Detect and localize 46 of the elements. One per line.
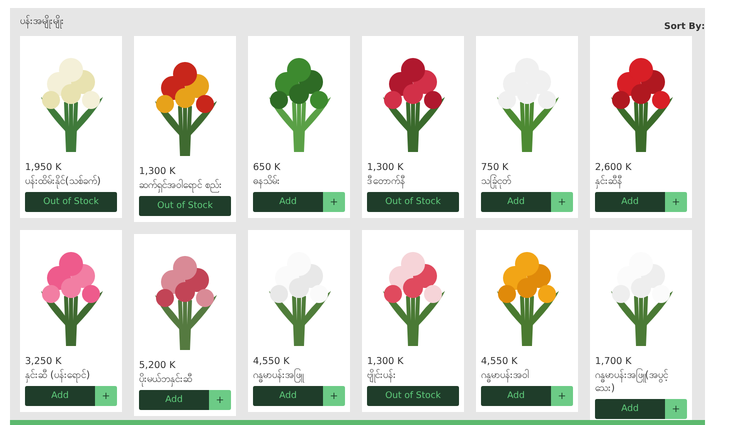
add-button[interactable]: Add [253,386,323,406]
product-name: ဓနသိမ်း [253,175,281,188]
product-name: ဂန္ဓမာပန်းအဝါ [481,369,530,382]
plus-button[interactable]: + [551,386,573,406]
product-name: နှင်းဆီနီ [595,175,623,188]
product-name: ဗျိုင်းပန်း [367,369,397,382]
add-button[interactable]: Add [595,399,665,419]
product-name: သခြုံငုတ် [481,175,512,188]
product-name: ပိုးမယ်ဘနှင်းဆီ [139,373,193,386]
product-price: 650 K [253,162,282,173]
product-price: 1,700 K [595,356,632,367]
plus-button[interactable]: + [551,192,573,212]
product-price: 4,550 K [481,356,518,367]
product-name: ဂန္ဓမာပန်းအဖြူ [253,369,305,382]
product-name: နှင်းဆီ (ပန်းရောင်) [25,369,91,382]
add-button[interactable]: Add [253,192,323,212]
product-price: 2,600 K [595,162,632,173]
add-button[interactable]: Add [481,192,551,212]
product-price: 3,250 K [25,356,62,367]
plus-button[interactable]: + [95,386,117,406]
section-title: ပန်းအမျိုးမျိုး [20,14,64,29]
out-of-stock-button[interactable]: Out of Stock [367,386,459,406]
out-of-stock-button[interactable]: Out of Stock [367,192,459,212]
product-name: ပန်းထိမ်းနိုင်(သစ်ခက်) [25,175,102,188]
product-price: 5,200 K [139,360,176,371]
plus-button[interactable]: + [665,399,687,419]
add-button[interactable]: Add [481,386,551,406]
product-price: 1,300 K [367,162,404,173]
product-price: 1,300 K [139,166,176,177]
plus-button[interactable]: + [323,192,345,212]
product-price: 4,550 K [253,356,290,367]
out-of-stock-button[interactable]: Out of Stock [139,196,231,216]
add-button[interactable]: Add [139,390,209,410]
plus-button[interactable]: + [209,390,231,410]
product-price: 1,300 K [367,356,404,367]
product-name: ဒီတောက်နီ [367,175,406,188]
product-price: 750 K [481,162,510,173]
plus-button[interactable]: + [665,192,687,212]
product-name: ဆက်ရှင်အဝါရောင် စည်း [139,179,224,192]
sort-label[interactable]: Sort By: [664,22,705,32]
product-name: ဂန္ဓမာပန်းအဖြူ(အပွင့်သေး) [595,369,669,395]
plus-button[interactable]: + [323,386,345,406]
product-price: 1,950 K [25,162,62,173]
add-button[interactable]: Add [595,192,665,212]
out-of-stock-button[interactable]: Out of Stock [25,192,117,212]
add-button[interactable]: Add [25,386,95,406]
